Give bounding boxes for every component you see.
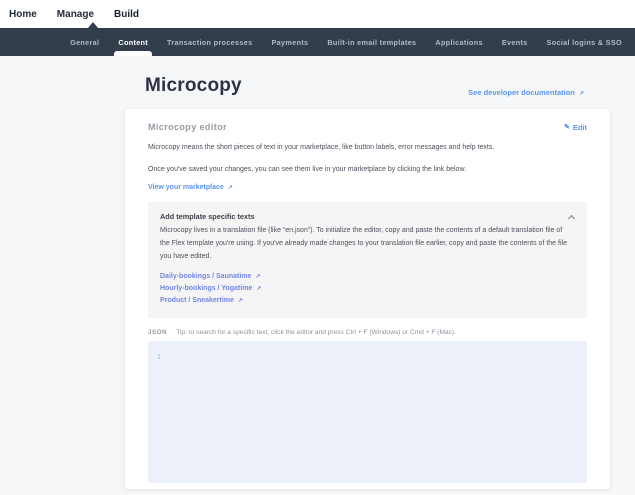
json-search-tip: Tip: to search for a specific text, clic… xyxy=(176,329,456,336)
top-nav: Home Manage Build xyxy=(0,0,635,28)
active-tab-indicator xyxy=(114,51,152,56)
external-link-icon: ↗ xyxy=(238,298,243,304)
microcopy-description-paragraph: Microcopy means the short pieces of text… xyxy=(148,142,510,154)
developer-documentation-link-label: See developer documentation xyxy=(468,88,575,97)
template-link-label: Daily-bookings / Saunatime xyxy=(160,273,251,280)
main-content: Microcopy See developer documentation ↗ … xyxy=(125,75,610,489)
developer-documentation-link[interactable]: See developer documentation ↗ xyxy=(468,88,584,97)
edit-button-label: Edit xyxy=(573,123,587,132)
json-label: JSON xyxy=(148,329,167,336)
template-link-label: Hourly-bookings / Yogatime xyxy=(160,285,252,292)
tab-social-logins-sso[interactable]: Social logins & SSO xyxy=(547,28,622,56)
pencil-icon: ✎ xyxy=(564,123,570,131)
external-link-icon: ↗ xyxy=(579,91,584,97)
template-link-daily-bookings[interactable]: Daily-bookings / Saunatime ↗ xyxy=(160,271,575,283)
template-link-label: Product / Sneakertime xyxy=(160,297,234,304)
template-links: Daily-bookings / Saunatime ↗ Hourly-book… xyxy=(160,271,575,307)
tab-general[interactable]: General xyxy=(70,28,99,56)
nav-item-home[interactable]: Home xyxy=(9,9,37,20)
tab-content[interactable]: Content xyxy=(118,28,148,56)
json-editor-header: JSON Tip: to search for a specific text,… xyxy=(148,329,587,336)
page-header: Microcopy See developer documentation ↗ xyxy=(125,75,610,97)
page-title: Microcopy xyxy=(145,75,242,97)
json-code-editor[interactable]: 1 xyxy=(148,341,587,483)
view-marketplace-link[interactable]: View your marketplace ↗ xyxy=(148,184,587,191)
tab-applications[interactable]: Applications xyxy=(435,28,482,56)
microcopy-editor-card: Microcopy editor ✎ Edit Microcopy means … xyxy=(125,109,610,489)
nav-item-manage[interactable]: Manage xyxy=(57,9,94,20)
tab-content-label: Content xyxy=(118,38,148,47)
template-link-hourly-bookings[interactable]: Hourly-bookings / Yogatime ↗ xyxy=(160,283,575,295)
template-texts-panel-title: Add template specific texts xyxy=(160,212,575,221)
template-texts-panel-body: Microcopy lives in a translation file (l… xyxy=(160,224,570,263)
template-texts-panel: Add template specific texts Microcopy li… xyxy=(148,202,587,318)
card-title: Microcopy editor xyxy=(148,122,227,132)
editor-line-number: 1 xyxy=(157,353,161,361)
edit-button[interactable]: ✎ Edit xyxy=(564,123,587,132)
build-tab-bar: General Content Transaction processes Pa… xyxy=(0,28,635,56)
tab-events[interactable]: Events xyxy=(502,28,528,56)
external-link-icon: ↗ xyxy=(255,274,260,280)
view-marketplace-link-label: View your marketplace xyxy=(148,184,224,191)
tab-transaction-processes[interactable]: Transaction processes xyxy=(167,28,252,56)
external-link-icon: ↗ xyxy=(256,286,261,292)
tab-payments[interactable]: Payments xyxy=(271,28,308,56)
template-link-product[interactable]: Product / Sneakertime ↗ xyxy=(160,295,575,307)
save-changes-paragraph: Once you've saved your changes, you can … xyxy=(148,164,510,176)
tab-built-in-email-templates[interactable]: Built-in email templates xyxy=(327,28,416,56)
external-link-icon: ↗ xyxy=(228,185,233,191)
card-header: Microcopy editor ✎ Edit xyxy=(148,122,587,132)
nav-item-build[interactable]: Build xyxy=(114,9,139,20)
